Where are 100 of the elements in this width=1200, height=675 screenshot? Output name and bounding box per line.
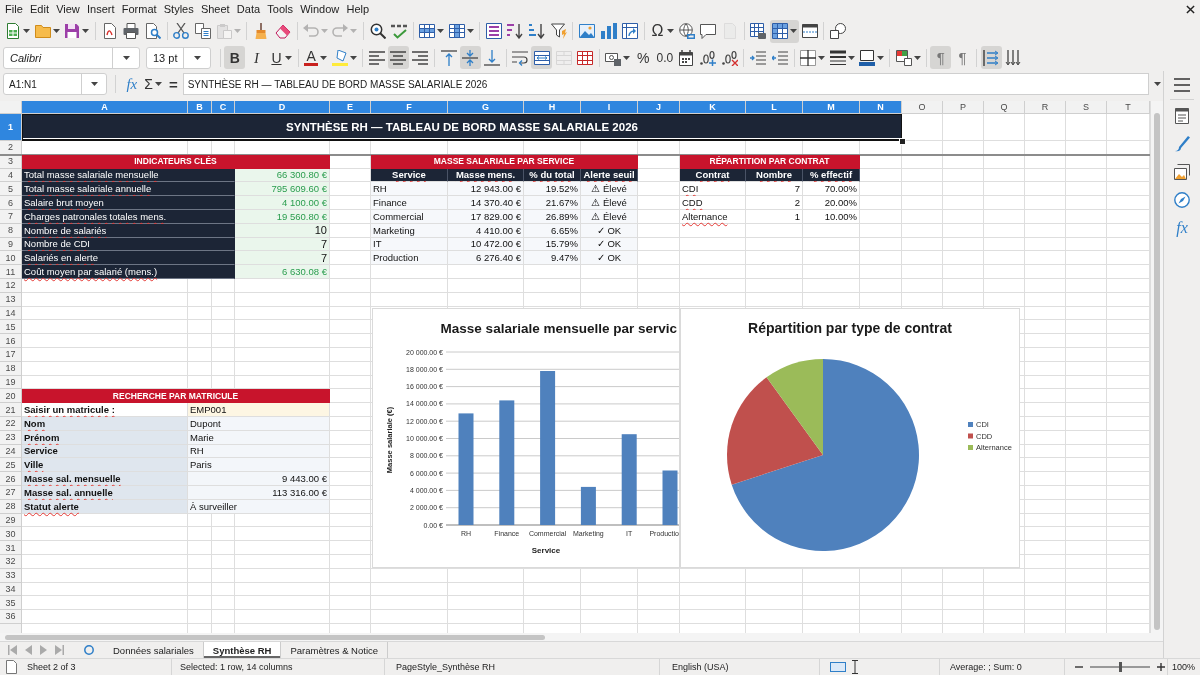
section-header: RECHERCHE PAR MATRICULE <box>22 389 330 404</box>
spellcheck-icon <box>391 23 408 39</box>
align-top-icon <box>440 49 457 66</box>
menu-icon <box>1174 77 1190 93</box>
input-cell[interactable]: EMP001 <box>188 403 330 417</box>
caret-icon <box>23 29 31 33</box>
column-header[interactable]: H <box>524 101 581 114</box>
add-sheet-button[interactable] <box>82 645 96 655</box>
sheet-tab[interactable]: Synthèse RH <box>203 642 282 658</box>
sheet-indicator: Sheet 2 of 3 <box>27 662 76 672</box>
menu-item[interactable]: Edit <box>26 0 53 18</box>
menu-item[interactable]: Styles <box>160 0 198 18</box>
align-center-button[interactable] <box>387 46 409 69</box>
value-cell: 795 609.60 € <box>235 182 330 197</box>
column-header[interactable]: Q <box>984 101 1025 114</box>
chart-title: Masse salariale mensuelle par servic <box>440 321 677 336</box>
scrollbar-thumb[interactable] <box>1154 113 1160 630</box>
table-cell: ⚠ Élevé <box>581 196 638 210</box>
column-header[interactable]: K <box>680 101 746 114</box>
close-button[interactable] <box>1185 3 1196 15</box>
gallery-icon <box>1174 164 1190 180</box>
column-header[interactable]: D <box>235 101 330 114</box>
bar-chart-icon <box>600 23 617 39</box>
menu-item[interactable]: Format <box>118 0 161 18</box>
bar <box>662 470 678 525</box>
column-header[interactable]: J <box>638 101 680 114</box>
circle-icon <box>84 645 94 655</box>
column-header[interactable]: G <box>448 101 524 114</box>
table-cell: 19.52% <box>524 182 581 197</box>
column-header[interactable]: S <box>1066 101 1107 114</box>
caret-icon <box>789 29 797 33</box>
number-format-button[interactable]: 0.0 <box>654 46 676 69</box>
menu-item[interactable]: View <box>52 0 84 18</box>
caret-icon <box>877 55 885 60</box>
font-name-field[interactable]: Calibri <box>3 46 140 69</box>
percent-format-button[interactable]: % <box>632 46 654 69</box>
menu-item[interactable]: Data <box>233 0 264 18</box>
column-header[interactable]: M <box>803 101 860 114</box>
freeze-grid-icon <box>771 23 788 39</box>
row-header[interactable]: 36 <box>0 610 22 624</box>
underline-button[interactable]: U <box>267 46 295 69</box>
clipboard-icon <box>216 23 233 39</box>
globe-icon <box>678 23 695 39</box>
function-wizard-button[interactable]: fx <box>124 73 140 95</box>
column-header[interactable]: T <box>1107 101 1150 114</box>
column-header[interactable]: E <box>330 101 371 114</box>
formula-input-field[interactable]: SYNTHÈSE RH — TABLEAU DE BORD MASSE SALARIALE 2026 <box>182 73 1149 95</box>
font-size-field[interactable]: 13 pt <box>146 46 211 69</box>
page-style-label: PageStyle_Synthèse RH <box>396 662 496 672</box>
merge-center-button[interactable] <box>531 46 553 69</box>
next-sheet-icon <box>40 645 47 655</box>
formula-button[interactable]: = <box>166 73 180 95</box>
italic-button[interactable]: I <box>245 46 267 69</box>
bold-button[interactable]: B <box>224 46 246 69</box>
horizontal-scrollbar[interactable] <box>0 633 1163 641</box>
fill-handle[interactable] <box>899 138 906 145</box>
column-header[interactable]: F <box>371 101 448 114</box>
column-header[interactable]: O <box>902 101 943 114</box>
sum-button[interactable]: Σ <box>142 73 164 95</box>
special-character-button[interactable]: Ω <box>648 19 676 43</box>
right-to-left-button[interactable]: ¶ <box>951 46 973 69</box>
language-label: English (USA) <box>672 662 729 672</box>
column-header[interactable]: R <box>1025 101 1066 114</box>
zoom-in-button[interactable] <box>1155 661 1167 673</box>
swatch-icon <box>968 433 973 439</box>
sheet-tab[interactable]: Paramètres & Notice <box>281 642 389 658</box>
menu-item[interactable]: Window <box>296 0 343 18</box>
sheet-tab[interactable]: Données salariales <box>104 642 204 658</box>
font-color-button[interactable]: A <box>302 46 330 69</box>
menu-item[interactable]: Insert <box>83 0 119 18</box>
scrollbar-thumb[interactable] <box>5 634 545 640</box>
vertical-text-icon <box>1004 49 1021 66</box>
freeze-button[interactable] <box>769 19 799 43</box>
text-left-to-right-button[interactable] <box>980 46 1002 69</box>
menu-item[interactable]: Help <box>342 0 373 18</box>
column-header[interactable]: L <box>746 101 803 114</box>
name-box-field[interactable]: A1:N1 <box>3 73 108 95</box>
menu-item[interactable]: Sheet <box>197 0 234 18</box>
menu-item[interactable]: File <box>1 0 27 18</box>
caret-icon <box>666 29 674 33</box>
menu-item[interactable]: Tools <box>263 0 297 18</box>
document-icon <box>101 23 118 39</box>
border-color-icon <box>859 49 876 66</box>
column-header[interactable]: N <box>860 101 902 114</box>
slider-thumb[interactable] <box>1118 662 1122 672</box>
vertical-scrollbar[interactable] <box>1150 101 1163 633</box>
functions-button[interactable]: fx <box>1169 216 1195 240</box>
align-middle-button[interactable] <box>459 46 481 69</box>
column-header[interactable]: B <box>188 101 212 114</box>
caret-icon <box>154 82 162 86</box>
column-header[interactable]: I <box>581 101 638 114</box>
column-header[interactable]: A <box>22 101 188 114</box>
column-header[interactable]: C <box>212 101 235 114</box>
x-axis-title: Service <box>531 546 561 555</box>
caret-icon <box>122 55 130 60</box>
sort-icon <box>485 23 502 39</box>
conditional-format-icon <box>895 49 912 66</box>
align-right-icon <box>411 49 428 66</box>
column-header[interactable]: P <box>943 101 984 114</box>
row-header[interactable]: 1 <box>0 114 22 141</box>
